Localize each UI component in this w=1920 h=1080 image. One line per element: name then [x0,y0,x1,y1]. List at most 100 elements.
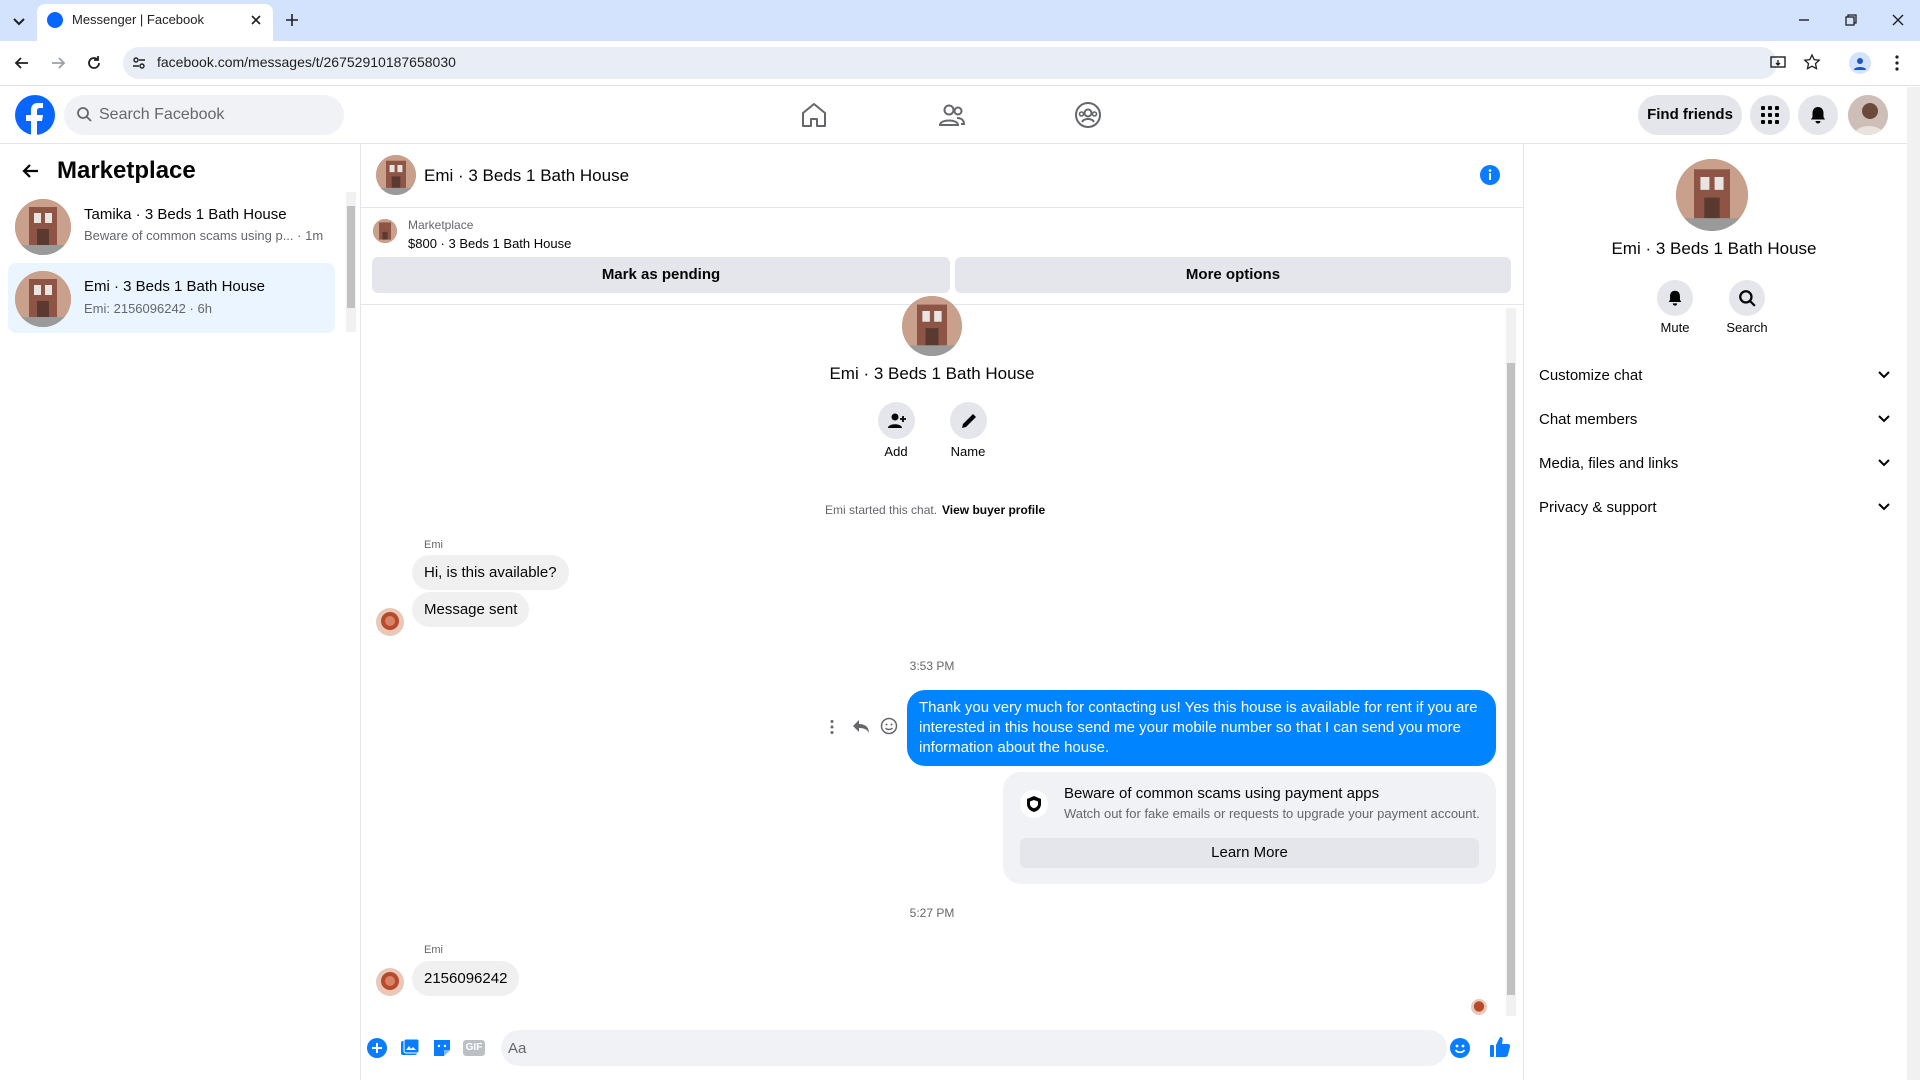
chevron-down-icon [1878,459,1890,467]
chat-details-panel [1523,144,1920,1080]
learn-more-button[interactable]: Learn More [1020,838,1479,868]
timestamp: 5:27 PM [909,906,955,920]
url-text[interactable]: facebook.com/messages/t/2675291018765803… [157,54,456,70]
home-icon[interactable] [800,102,828,128]
groups-icon[interactable] [1074,101,1102,129]
message-input[interactable] [501,1030,1447,1066]
listing-category: Marketplace [408,218,474,232]
chevron-down-icon [1878,371,1890,379]
timestamp: 3:53 PM [909,659,955,673]
menu-grid-icon [1761,106,1779,124]
facebook-favicon-icon [47,12,63,28]
chat-scrollbar[interactable] [1506,308,1516,1016]
install-app-icon[interactable] [1769,54,1787,72]
incoming-message[interactable]: 2156096242 [412,961,520,996]
attach-photo-icon[interactable] [400,1038,420,1058]
scam-warning-title: Beware of common scams using payment app… [1064,785,1380,802]
reload-icon[interactable] [85,54,103,72]
minimize-window-icon[interactable] [1796,12,1812,28]
view-buyer-profile-link[interactable]: View buyer profile [942,503,1045,517]
customize-chat-section[interactable]: Customize chat [1539,358,1893,394]
like-thumbs-up-icon[interactable] [1489,1036,1511,1058]
name-label: Name [950,444,986,459]
back-arrow-icon[interactable] [21,161,41,181]
edit-name-button[interactable] [950,402,987,439]
shield-icon [1020,790,1048,818]
privacy-support-section[interactable]: Privacy & support [1539,490,1893,526]
search-icon [1739,290,1756,307]
mark-pending-button[interactable]: Mark as pending [372,257,950,293]
incoming-message[interactable]: Hi, is this available? [412,555,569,590]
read-receipt-avatar [1471,999,1487,1015]
conversation-preview: Beware of common scams using p... · 1m [84,228,324,243]
intro-name: Emi · 3 Beds 1 Bath House [829,364,1035,383]
sender-avatar[interactable] [376,608,404,636]
sidebar-scrollbar[interactable] [346,192,356,332]
sender-avatar[interactable] [376,968,404,996]
section-label: Media, files and links [1539,455,1679,472]
conversation-name: Emi · 3 Beds 1 Bath House [84,278,265,295]
listing-summary[interactable]: $800 · 3 Beds 1 Bath House [408,236,571,251]
conversation-preview: Emi: 2156096242 · 6h [84,301,212,316]
listing-small-thumbnail[interactable] [373,219,397,243]
close-window-icon[interactable] [1890,12,1906,28]
profile-icon[interactable] [1849,52,1871,74]
chat-members-section[interactable]: Chat members [1539,402,1893,438]
incoming-message[interactable]: Message sent [412,592,530,627]
emoji-icon[interactable] [1450,1038,1470,1058]
more-actions-icon[interactable] [829,719,835,735]
listing-thumbnail [15,199,71,255]
mute-label: Mute [1660,320,1690,335]
sender-name: Emi [424,539,443,551]
react-emoji-icon[interactable] [880,717,898,735]
menu-grid-button[interactable] [1750,95,1790,135]
tab-search-chevron-icon[interactable] [10,12,28,30]
mute-button[interactable] [1657,280,1693,316]
more-actions-plus-icon[interactable] [367,1038,387,1058]
chat-started-text: Emi started this chat. [825,503,938,517]
conversation-name: Tamika · 3 Beds 1 Bath House [84,206,287,223]
notifications-button[interactable] [1798,95,1838,135]
section-label: Privacy & support [1539,499,1657,516]
intro-avatar[interactable] [902,296,962,356]
back-icon[interactable] [13,54,31,72]
find-friends-button[interactable]: Find friends [1638,95,1742,135]
forward-icon[interactable] [49,54,67,72]
info-icon[interactable] [1480,165,1500,185]
details-name: Emi · 3 Beds 1 Bath House [1611,239,1817,258]
chevron-down-icon [1878,503,1890,511]
browser-menu-icon[interactable] [1894,54,1900,72]
section-label: Customize chat [1539,367,1643,384]
site-info-icon[interactable] [131,55,147,71]
scam-warning-body: Watch out for fake emails or requests to… [1064,806,1480,821]
bookmark-star-icon[interactable] [1803,53,1821,71]
outgoing-message[interactable]: Thank you very much for contacting us! Y… [907,690,1496,766]
sender-name: Emi [424,944,443,956]
media-files-links-section[interactable]: Media, files and links [1539,446,1893,482]
add-label: Add [884,444,908,459]
more-options-button[interactable]: More options [955,257,1511,293]
bell-icon [1811,107,1825,124]
sticker-icon[interactable] [432,1038,452,1058]
search-placeholder: Search Facebook [99,106,225,123]
search-conversation-button[interactable] [1729,280,1765,316]
account-avatar[interactable] [1848,95,1888,135]
close-tab-icon[interactable] [248,12,264,28]
restore-window-icon[interactable] [1843,12,1859,28]
reply-icon[interactable] [852,718,870,734]
friends-icon[interactable] [938,102,966,128]
listing-thumbnail [15,271,71,327]
add-people-button[interactable] [878,402,915,439]
search-icon [76,106,92,122]
details-avatar[interactable] [1676,159,1748,231]
facebook-logo-icon[interactable] [15,95,55,135]
bell-icon [1668,290,1682,306]
chat-title[interactable]: Emi · 3 Beds 1 Bath House [424,166,629,186]
tab-title: Messenger | Facebook [72,12,204,27]
sidebar-title: Marketplace [57,157,196,184]
new-tab-icon[interactable] [283,11,301,29]
add-person-icon [887,413,906,428]
chat-avatar[interactable] [376,155,416,195]
page-scrollbar[interactable] [1907,87,1920,1080]
gif-icon[interactable]: GIF [463,1040,485,1056]
